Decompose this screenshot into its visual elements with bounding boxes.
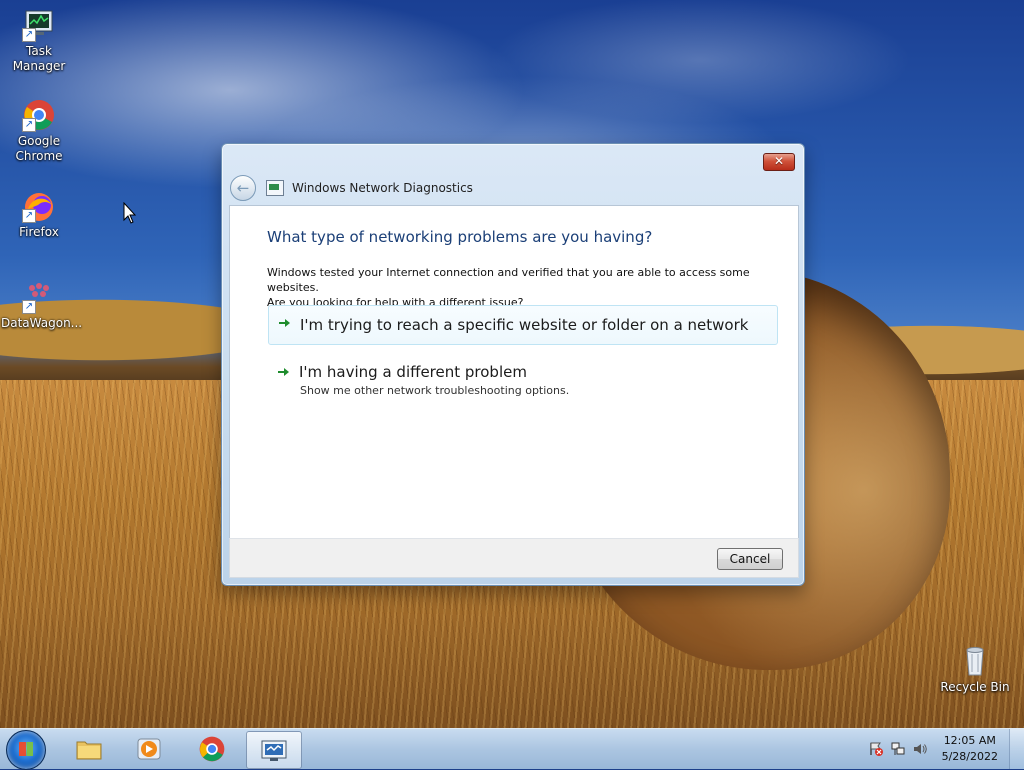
desktop-icon-task-manager[interactable]: ↗ Task Manager <box>1 8 77 74</box>
option-subtitle: Show me other network troubleshooting op… <box>300 384 570 397</box>
taskbar-app-network-diagnostics[interactable] <box>246 731 302 769</box>
clock-time: 12:05 AM <box>943 734 996 747</box>
option-title: I'm having a different problem <box>299 363 527 381</box>
back-button[interactable]: ← <box>230 175 256 201</box>
dialog-description: Windows tested your Internet connection … <box>267 265 787 310</box>
clock-date: 5/28/2022 <box>941 750 998 763</box>
dialog-content: What type of networking problems are you… <box>229 205 799 539</box>
option-different-problem[interactable]: I'm having a different problem Show me o… <box>268 359 776 399</box>
system-tray: 12:05 AM 5/28/2022 <box>854 729 1024 769</box>
action-center-flag-icon[interactable] <box>868 741 884 757</box>
cancel-button[interactable]: Cancel <box>717 548 783 570</box>
taskbar: 12:05 AM 5/28/2022 <box>0 728 1024 770</box>
desktop-icon-label: Google Chrome <box>15 134 63 163</box>
option-reach-website-or-folder[interactable]: I'm trying to reach a specific website o… <box>268 305 778 345</box>
taskbar-app-windows-explorer[interactable] <box>62 731 116 767</box>
back-arrow-icon: ← <box>236 179 250 197</box>
chrome-icon: ↗ <box>22 98 56 132</box>
description-line-1: Windows tested your Internet connection … <box>267 266 750 294</box>
clock[interactable]: 12:05 AM 5/28/2022 <box>942 733 998 765</box>
desktop-icon-label: Firefox <box>19 225 59 239</box>
desktop-icon-label: Task Manager <box>12 44 66 73</box>
desktop-icon-recycle-bin[interactable]: Recycle Bin <box>937 644 1013 695</box>
close-button[interactable]: ✕ <box>763 153 795 171</box>
green-arrow-icon <box>276 365 290 379</box>
firefox-icon: ↗ <box>22 189 56 223</box>
desktop-icon-datawagon[interactable]: ↗ DataWagon... <box>1 280 83 331</box>
network-icon[interactable] <box>890 741 906 757</box>
chrome-icon <box>198 735 226 763</box>
datawagon-icon: ↗ <box>22 280 56 314</box>
task-manager-icon: ↗ <box>22 8 56 42</box>
network-diagnostics-icon <box>260 736 288 764</box>
shortcut-arrow-icon: ↗ <box>22 209 36 223</box>
start-button[interactable] <box>6 730 46 770</box>
close-icon: ✕ <box>773 154 785 168</box>
dialog-footer: Cancel <box>229 538 799 578</box>
shortcut-arrow-icon: ↗ <box>22 28 36 42</box>
green-arrow-icon <box>277 316 291 330</box>
network-diagnostics-window: ✕ ← Windows Network Diagnostics What typ… <box>221 143 805 586</box>
desktop-icon-firefox[interactable]: ↗ Firefox <box>1 189 77 240</box>
window-header: ← Windows Network Diagnostics <box>230 174 790 202</box>
dialog-heading: What type of networking problems are you… <box>267 228 653 246</box>
option-title: I'm trying to reach a specific website o… <box>300 316 749 334</box>
folder-icon <box>75 735 103 763</box>
recycle-bin-icon <box>958 644 992 678</box>
desktop-icon-label: Recycle Bin <box>940 680 1010 694</box>
show-desktop-button[interactable] <box>1009 729 1024 769</box>
shortcut-arrow-icon: ↗ <box>22 300 36 314</box>
volume-icon[interactable] <box>912 741 928 757</box>
window-title: Windows Network Diagnostics <box>292 181 473 195</box>
desktop-icon-google-chrome[interactable]: ↗ Google Chrome <box>1 98 77 164</box>
media-player-icon <box>135 735 163 763</box>
network-diagnostics-icon <box>266 180 284 196</box>
taskbar-app-media-player[interactable] <box>122 731 176 767</box>
desktop-icon-label: DataWagon... <box>1 316 83 330</box>
taskbar-app-google-chrome[interactable] <box>185 731 239 767</box>
shortcut-arrow-icon: ↗ <box>22 118 36 132</box>
